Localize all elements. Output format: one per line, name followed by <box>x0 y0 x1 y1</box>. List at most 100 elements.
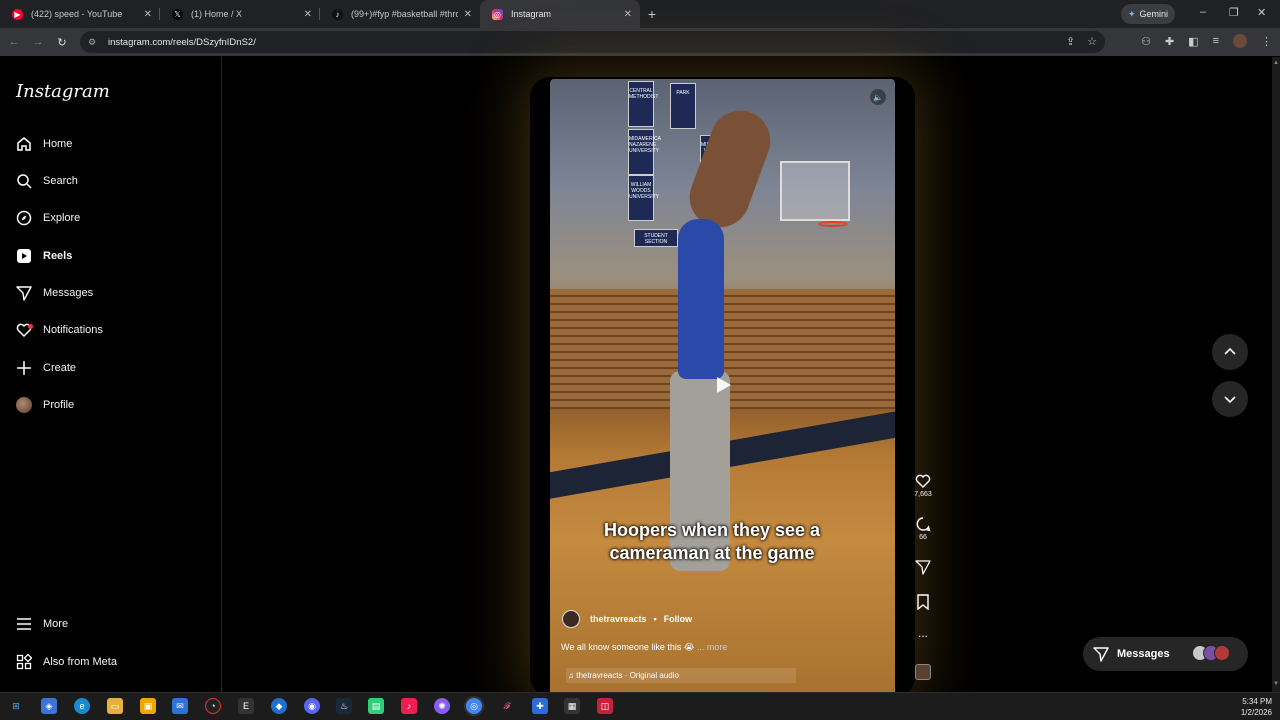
chrome-icon[interactable]: ◎ <box>466 698 482 714</box>
app-icon[interactable]: ✺ <box>434 698 450 714</box>
scroll-up-icon[interactable]: ▲ <box>1273 60 1279 66</box>
steam-icon[interactable]: ♨ <box>336 698 352 714</box>
author-avatar[interactable] <box>562 610 580 628</box>
windows-taskbar: ⊞ ◈ e ▭ ▣ ✉ ◔ E ◆ ◉ ♨ ▤ ♪ ✺ ◎ 𝓕 ✚ ▦ ◫ 5:… <box>0 692 1280 720</box>
sidebar-item-profile[interactable]: Profile <box>16 394 74 416</box>
minimize-icon[interactable]: – <box>1200 6 1206 18</box>
sidebar-item-home[interactable]: Home <box>16 133 72 155</box>
instagram-logo[interactable]: Instagram <box>16 81 110 102</box>
browser-profile-avatar[interactable] <box>1233 34 1247 48</box>
extension-icon[interactable]: ⚇ <box>1141 35 1151 48</box>
search-icon <box>16 173 32 189</box>
instagram-icon: ◎ <box>492 8 503 20</box>
edge-icon[interactable]: e <box>74 698 90 714</box>
message-avatars <box>1192 645 1230 661</box>
author-username[interactable]: thetravreacts <box>590 614 647 624</box>
follow-button[interactable]: Follow <box>664 614 693 624</box>
tiktok-icon[interactable]: ♪ <box>401 698 417 714</box>
store-icon[interactable]: ▣ <box>140 698 156 714</box>
gym-banner: CENTRAL METHODIST <box>628 81 658 127</box>
messages-pill[interactable]: Messages <box>1083 637 1248 671</box>
sidebar-item-explore[interactable]: Explore <box>16 207 80 229</box>
audio-thumbnail[interactable] <box>915 664 931 680</box>
new-tab-button[interactable]: + <box>640 6 664 22</box>
sidebar-item-label: Create <box>43 362 77 374</box>
gemini-button[interactable]: ✦ Gemini <box>1121 4 1175 24</box>
banner-text: PARK <box>676 90 690 96</box>
tab-tiktok[interactable]: ♪ (99+)#fyp #basketball #throwb ✕ <box>320 0 480 28</box>
gemini-icon: ✦ <box>1127 8 1136 19</box>
browser-menu-icon[interactable]: ⋮ <box>1261 35 1272 48</box>
scroll-down-icon[interactable]: ▼ <box>1273 681 1279 687</box>
close-window-icon[interactable]: ✕ <box>1257 6 1266 19</box>
banner-text: MIDAMERICA NAZARENE UNIVERSITY <box>629 136 661 154</box>
previous-reel-button[interactable] <box>1212 334 1248 370</box>
file-explorer-icon[interactable]: ▭ <box>107 698 123 714</box>
banner-text: CENTRAL METHODIST <box>629 88 659 100</box>
mute-icon[interactable]: 🔈 <box>870 89 886 105</box>
app-icon[interactable]: ▤ <box>368 698 384 714</box>
banner-text: STUDENT SECTION <box>644 233 668 245</box>
like-action[interactable]: 7,663 <box>906 473 940 498</box>
share-action[interactable] <box>906 559 940 577</box>
install-app-icon[interactable]: ⇪ <box>1066 35 1075 48</box>
copilot-icon[interactable]: ◈ <box>41 698 57 714</box>
clock-date: 1/2/2026 <box>1240 708 1272 717</box>
site-info-icon[interactable]: ⚙ <box>88 37 100 48</box>
gym-banner: STUDENT SECTION <box>634 229 678 247</box>
split-view-icon[interactable]: ◧ <box>1188 35 1198 48</box>
discord-icon[interactable]: ◉ <box>304 698 320 714</box>
app-icon[interactable]: ◆ <box>271 698 287 714</box>
app-icon[interactable]: ◫ <box>597 698 613 714</box>
more-link[interactable]: ... more <box>697 642 728 652</box>
tab-youtube[interactable]: ▶ (422) speed - YouTube ✕ <box>0 0 160 28</box>
comment-action[interactable]: 66 <box>906 516 940 541</box>
outlook-icon[interactable]: ✉ <box>172 698 188 714</box>
next-reel-button[interactable] <box>1212 381 1248 417</box>
speedometer-icon[interactable]: ◔ <box>205 698 221 714</box>
sidebar-item-create[interactable]: Create <box>16 357 76 379</box>
reel-video[interactable]: CENTRAL METHODIST PARK MIDAMERICA NAZARE… <box>550 79 895 692</box>
close-tab-icon[interactable]: ✕ <box>464 9 472 20</box>
app-icon[interactable]: ▦ <box>564 698 580 714</box>
system-clock[interactable]: 5:34 PM 1/2/2026 <box>1241 696 1272 718</box>
tab-instagram[interactable]: ◎ Instagram ✕ <box>480 0 640 28</box>
forward-icon[interactable]: → <box>26 36 50 48</box>
back-icon[interactable]: ← <box>2 36 26 48</box>
play-icon[interactable] <box>717 377 731 393</box>
reload-icon[interactable]: ↻ <box>50 36 74 49</box>
backboard <box>780 161 850 221</box>
app-icon[interactable]: ✚ <box>532 698 548 714</box>
sidebar-also-from-meta[interactable]: Also from Meta <box>16 651 117 673</box>
messages-label: Messages <box>1117 648 1170 660</box>
windows-start-icon[interactable]: ⊞ <box>8 698 24 714</box>
bookmark-star-icon[interactable]: ☆ <box>1087 35 1097 48</box>
restore-icon[interactable]: ❐ <box>1229 6 1239 19</box>
close-tab-icon[interactable]: ✕ <box>304 9 312 20</box>
media-icon[interactable]: ≡ <box>1213 35 1219 47</box>
epic-games-icon[interactable]: E <box>238 698 254 714</box>
more-options[interactable]: ... <box>906 626 940 640</box>
page-scrollbar[interactable]: ▲ ▼ <box>1272 57 1280 692</box>
reel-audio[interactable]: ♫ thetravreacts · Original audio <box>566 668 796 683</box>
puzzle-icon[interactable]: ✚ <box>1165 35 1174 48</box>
sidebar-item-reels[interactable]: Reels <box>16 245 72 267</box>
sidebar-item-messages[interactable]: Messages <box>16 282 93 304</box>
audio-label: thetravreacts · Original audio <box>576 671 679 680</box>
music-note-icon: ♫ <box>568 671 577 680</box>
app-icon[interactable]: 𝓕 <box>499 698 515 714</box>
chevron-down-icon <box>1224 396 1236 404</box>
close-tab-icon[interactable]: ✕ <box>624 9 632 20</box>
reel-author: thetravreacts • Follow <box>562 610 692 628</box>
comment-icon <box>916 517 931 532</box>
sidebar-item-notifications[interactable]: Notifications <box>16 319 103 341</box>
save-action[interactable] <box>906 594 940 612</box>
sidebar-item-search[interactable]: Search <box>16 170 78 192</box>
player-body <box>678 219 724 379</box>
like-count: 7,663 <box>914 491 932 498</box>
sidebar-item-label: Messages <box>43 287 94 299</box>
sidebar-more[interactable]: More <box>16 613 68 635</box>
close-tab-icon[interactable]: ✕ <box>144 9 152 20</box>
url-bar[interactable]: ⚙ instagram.com/reels/DSzyfnIDnS2/ ⇪ ☆ <box>80 31 1105 53</box>
tab-x[interactable]: 𝕏 (1) Home / X ✕ <box>160 0 320 28</box>
